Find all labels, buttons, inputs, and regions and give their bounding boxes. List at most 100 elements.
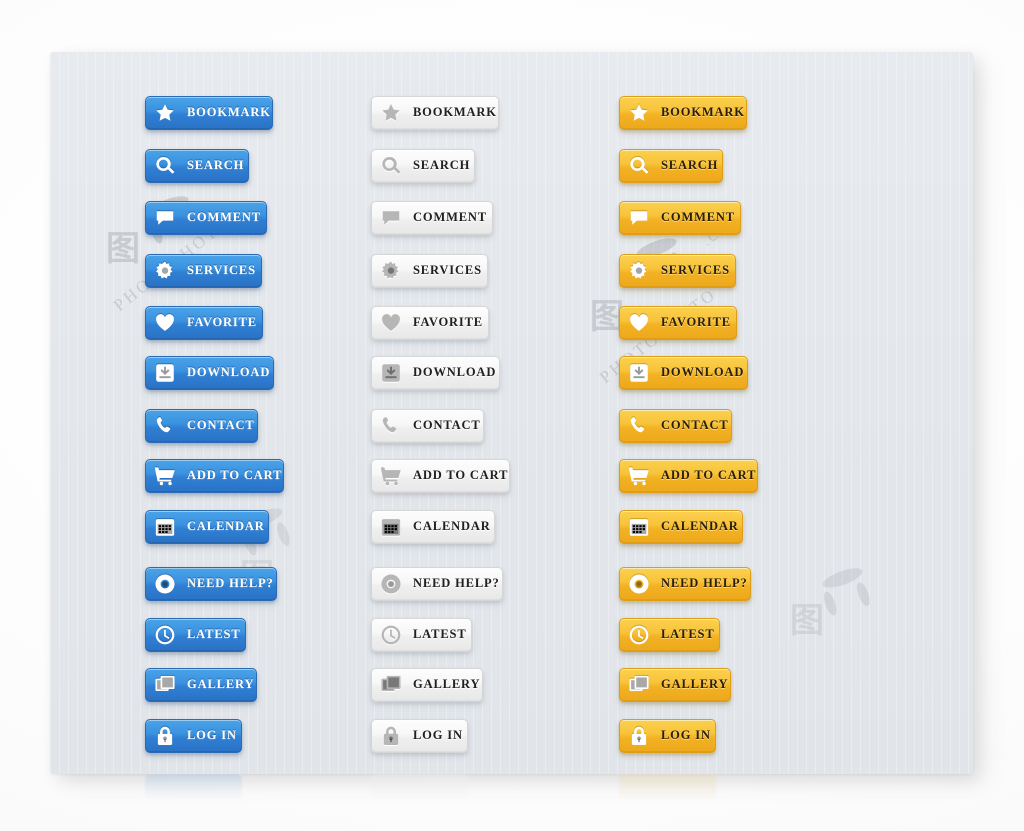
phone-icon	[627, 415, 650, 438]
button-label: ADD TO CART	[413, 468, 509, 483]
button-label: FAVORITE	[413, 315, 483, 330]
shopping-cart-icon	[153, 465, 176, 488]
button-services-white[interactable]: SERVICES	[371, 254, 488, 288]
button-log-in-yellow[interactable]: LOG IN	[619, 719, 716, 753]
lifebuoy-icon	[153, 573, 176, 596]
button-label: COMMENT	[413, 210, 487, 225]
clock-icon	[627, 624, 650, 647]
heart-icon	[153, 312, 176, 335]
button-calendar-yellow[interactable]: CALENDAR	[619, 510, 743, 544]
lock-icon	[153, 725, 176, 748]
gear-icon	[379, 260, 402, 283]
button-label: FAVORITE	[661, 315, 731, 330]
magnifier-icon	[153, 155, 176, 178]
button-search-white[interactable]: SEARCH	[371, 149, 475, 183]
button-log-in-white[interactable]: LOG IN	[371, 719, 468, 753]
star-icon	[153, 102, 176, 125]
button-label: ADD TO CART	[661, 468, 757, 483]
button-bookmark-white[interactable]: BOOKMARK	[371, 96, 499, 130]
button-log-in-blue[interactable]: LOG IN	[145, 719, 242, 753]
button-label: COMMENT	[661, 210, 735, 225]
lock-icon	[379, 725, 402, 748]
button-label: ADD TO CART	[187, 468, 283, 483]
button-search-yellow[interactable]: SEARCH	[619, 149, 723, 183]
gallery-icon	[153, 674, 176, 697]
button-favorite-white[interactable]: FAVORITE	[371, 306, 489, 340]
heart-icon	[379, 312, 402, 335]
gear-icon	[627, 260, 650, 283]
button-add-to-cart-blue[interactable]: ADD TO CART	[145, 459, 284, 493]
button-label: BOOKMARK	[413, 105, 497, 120]
calendar-icon	[379, 516, 402, 539]
button-label: CONTACT	[187, 418, 255, 433]
button-comment-white[interactable]: COMMENT	[371, 201, 493, 235]
button-services-yellow[interactable]: SERVICES	[619, 254, 736, 288]
button-download-blue[interactable]: DOWNLOAD	[145, 356, 274, 390]
phone-icon	[153, 415, 176, 438]
button-label: COMMENT	[187, 210, 261, 225]
lifebuoy-icon	[379, 573, 402, 596]
button-comment-blue[interactable]: COMMENT	[145, 201, 267, 235]
button-label: GALLERY	[187, 677, 255, 692]
button-label: CONTACT	[661, 418, 729, 433]
button-comment-yellow[interactable]: COMMENT	[619, 201, 741, 235]
button-label: SEARCH	[187, 158, 245, 173]
button-need-help-yellow[interactable]: NEED HELP?	[619, 567, 751, 601]
button-label: BOOKMARK	[187, 105, 271, 120]
button-need-help-blue[interactable]: NEED HELP?	[145, 567, 277, 601]
button-services-blue[interactable]: SERVICES	[145, 254, 262, 288]
speech-bubble-icon	[627, 207, 650, 230]
button-add-to-cart-yellow[interactable]: ADD TO CART	[619, 459, 758, 493]
button-label: LOG IN	[187, 728, 237, 743]
button-latest-blue[interactable]: LATEST	[145, 618, 246, 652]
button-contact-blue[interactable]: CONTACT	[145, 409, 258, 443]
button-gallery-yellow[interactable]: GALLERY	[619, 668, 731, 702]
calendar-icon	[153, 516, 176, 539]
button-calendar-blue[interactable]: CALENDAR	[145, 510, 269, 544]
button-label: SERVICES	[187, 263, 256, 278]
button-latest-yellow[interactable]: LATEST	[619, 618, 720, 652]
button-label: FAVORITE	[187, 315, 257, 330]
button-latest-white[interactable]: LATEST	[371, 618, 472, 652]
button-label: CALENDAR	[187, 519, 265, 534]
reflection-button-log-in-white	[371, 774, 468, 800]
button-label: GALLERY	[413, 677, 481, 692]
page-background: 图 PHOTOPHOTO 图 PHOTOPHOTO .CN 图 图 BOOKMA…	[0, 0, 1024, 831]
button-label: LATEST	[661, 627, 715, 642]
magnifier-icon	[379, 155, 402, 178]
shopping-cart-icon	[379, 465, 402, 488]
button-add-to-cart-white[interactable]: ADD TO CART	[371, 459, 510, 493]
button-label: CONTACT	[413, 418, 481, 433]
button-label: NEED HELP?	[187, 576, 274, 591]
button-bookmark-blue[interactable]: BOOKMARK	[145, 96, 273, 130]
button-label: CALENDAR	[661, 519, 739, 534]
button-contact-white[interactable]: CONTACT	[371, 409, 484, 443]
button-contact-yellow[interactable]: CONTACT	[619, 409, 732, 443]
button-search-blue[interactable]: SEARCH	[145, 149, 249, 183]
star-icon	[379, 102, 402, 125]
button-favorite-blue[interactable]: FAVORITE	[145, 306, 263, 340]
clock-icon	[379, 624, 402, 647]
shopping-cart-icon	[627, 465, 650, 488]
button-label: LATEST	[187, 627, 241, 642]
button-calendar-white[interactable]: CALENDAR	[371, 510, 495, 544]
panel-reflection	[50, 774, 973, 804]
button-gallery-blue[interactable]: GALLERY	[145, 668, 257, 702]
button-download-yellow[interactable]: DOWNLOAD	[619, 356, 748, 390]
download-arrow-icon	[153, 362, 176, 385]
reflection-button-log-in-yellow	[619, 774, 716, 800]
button-download-white[interactable]: DOWNLOAD	[371, 356, 500, 390]
button-need-help-white[interactable]: NEED HELP?	[371, 567, 503, 601]
reflection-button-log-in-blue	[145, 774, 242, 800]
button-bookmark-yellow[interactable]: BOOKMARK	[619, 96, 747, 130]
download-arrow-icon	[379, 362, 402, 385]
button-favorite-yellow[interactable]: FAVORITE	[619, 306, 737, 340]
button-gallery-white[interactable]: GALLERY	[371, 668, 483, 702]
button-label: SEARCH	[413, 158, 471, 173]
download-arrow-icon	[627, 362, 650, 385]
button-label: DOWNLOAD	[187, 365, 271, 380]
calendar-icon	[627, 516, 650, 539]
button-label: LATEST	[413, 627, 467, 642]
button-label: NEED HELP?	[661, 576, 748, 591]
clock-icon	[153, 624, 176, 647]
